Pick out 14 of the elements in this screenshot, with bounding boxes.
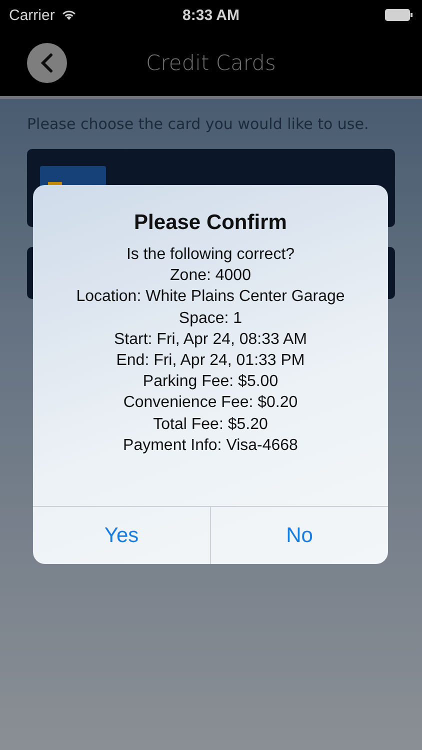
dialog-line: Space: 1 [178,308,244,329]
dialog-line: Total Fee: $5.20 [152,414,269,435]
status-time: 8:33 AM [182,6,240,24]
dialog-line: Parking Fee: $5.00 [142,372,280,392]
dialog-line: Is the following correct? [125,245,296,265]
nav-title: Credit Cards [146,51,276,75]
dialog-line: Location: White Plains Center Garage [75,287,346,308]
dialog-line: End: Fri, Apr 24, 01:33 PM [115,351,306,372]
dialog-line: Start: Fri, Apr 24, 08:33 AM [113,330,308,350]
dialog-title: Please Confirm [133,211,288,235]
carrier-name: Carrier [9,6,55,24]
dialog-line: Zone: 4000 [169,266,252,286]
dialog-line: Payment Info: Visa-4668 [122,436,299,456]
dialog-line: Convenience Fee: $0.20 [122,393,299,414]
